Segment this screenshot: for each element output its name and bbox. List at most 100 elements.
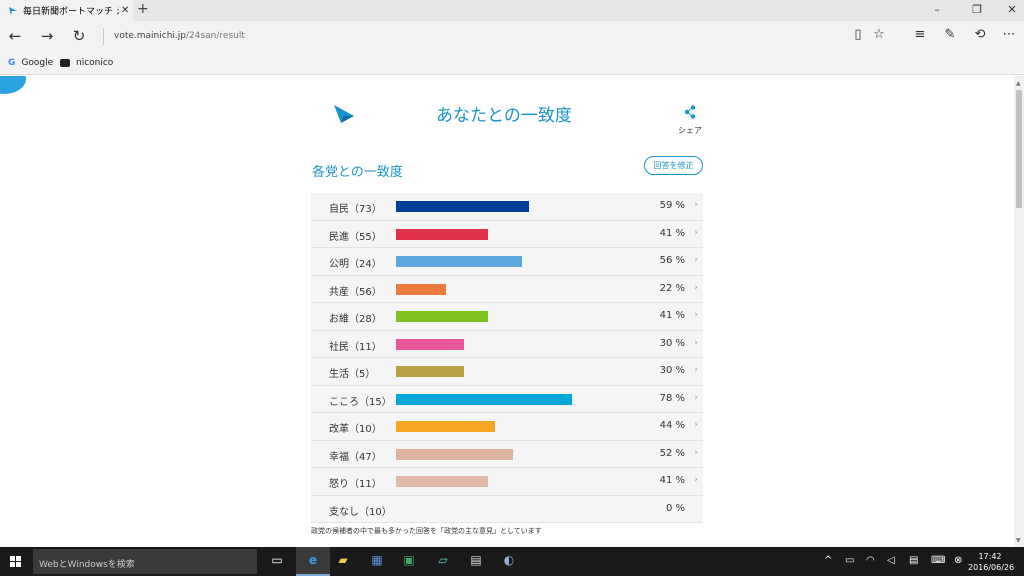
favorites-bar: G Google niconico	[0, 52, 1024, 75]
tray-close-icon[interactable]: ⊗	[954, 555, 962, 566]
edit-answers-button[interactable]: 回答を修正	[644, 156, 703, 175]
refresh-icon[interactable]: ↻	[69, 27, 89, 45]
niconico-icon	[60, 59, 70, 67]
result-row[interactable]: お維（28） 41 % ›	[311, 303, 703, 331]
match-bar	[396, 201, 529, 212]
match-percent: 56 %	[659, 255, 685, 266]
scroll-up-icon[interactable]: ▲	[1016, 80, 1021, 87]
clock-time: 17:42	[978, 552, 1002, 561]
store-app-icon[interactable]: ▣	[400, 553, 418, 569]
share-label: シェア	[678, 126, 702, 135]
match-percent: 59 %	[659, 200, 685, 211]
page-title: あなたとの一致度	[436, 106, 572, 126]
party-name: 生活（5）	[329, 369, 376, 380]
result-row[interactable]: 改革（10） 44 % ›	[311, 413, 703, 441]
favorite-google[interactable]: G Google	[8, 58, 53, 68]
task-view-icon[interactable]: ▭	[268, 553, 286, 569]
taskbar-search-box[interactable]: WebとWindowsを検索	[33, 549, 257, 574]
new-tab-button[interactable]: +	[137, 1, 149, 17]
match-bar	[396, 448, 513, 460]
chevron-right-icon: ›	[694, 392, 698, 403]
mainichi-favicon-icon	[9, 6, 17, 15]
restore-icon[interactable]: ❐	[970, 3, 984, 16]
party-name: お維（28）	[329, 314, 382, 325]
notes-app-icon[interactable]: ▱	[434, 553, 452, 569]
tab-title: 毎日新聞ボートマッチ えら	[23, 7, 119, 17]
result-row[interactable]: 公明（24） 56 % ›	[311, 248, 703, 276]
result-row[interactable]: 幸福（47） 52 % ›	[311, 440, 703, 468]
match-percent: 41 %	[659, 310, 685, 321]
tab-close-icon[interactable]: ✕	[121, 5, 129, 16]
match-percent: 30 %	[659, 365, 685, 376]
forward-icon[interactable]: →	[37, 27, 57, 45]
share-button[interactable]: シェア	[672, 104, 708, 136]
match-bar	[396, 311, 489, 322]
window-close-icon[interactable]: ✕	[1005, 3, 1019, 16]
favorite-niconico[interactable]: niconico	[60, 58, 113, 68]
match-bar	[396, 283, 446, 295]
results-table: 自民（73） 59 % › 民進（55） 41 % › 公明（24） 56 % › 共産（56） 2…	[311, 193, 703, 523]
volume-icon[interactable]: ◁	[887, 555, 895, 566]
url-path: /24san/result	[185, 31, 245, 41]
result-row[interactable]: 社民（11） 30 % ›	[311, 330, 703, 358]
result-row[interactable]: 自民（73） 59 % ›	[311, 193, 703, 221]
result-row[interactable]: 支なし（10） 0 %	[311, 495, 703, 523]
party-name: こころ（15）	[329, 396, 392, 408]
scrollbar-thumb[interactable]	[1016, 90, 1022, 208]
back-icon[interactable]: ←	[5, 27, 25, 45]
windows-start-icon[interactable]	[10, 556, 22, 568]
action-center-icon[interactable]: ▤	[909, 555, 918, 566]
minimize-icon[interactable]: –	[930, 3, 944, 16]
clock[interactable]: 17:42 2016/06/26	[968, 551, 1014, 573]
more-icon[interactable]: ⋯	[1000, 27, 1018, 42]
web-page: あなたとの一致度 シェア 各党との一致度 回答を修正 自民（73） 59 % › 民進…	[0, 76, 1014, 547]
address-separator	[103, 28, 104, 45]
tab-strip: 毎日新聞ボートマッチ えら ✕ + – ❐ ✕	[0, 0, 1024, 21]
chevron-right-icon: ›	[694, 420, 698, 430]
paint-app-icon[interactable]: ◐	[500, 553, 518, 569]
result-row[interactable]: 共産（56） 22 % ›	[311, 275, 703, 303]
party-name: 改革（10）	[329, 424, 382, 435]
chevron-right-icon: ›	[694, 447, 698, 458]
match-bar	[396, 338, 464, 350]
match-percent: 0 %	[665, 502, 685, 514]
chevron-right-icon: ›	[694, 200, 698, 210]
section-heading: 各党との一致度	[312, 165, 403, 180]
hub-icon[interactable]: ≡	[911, 27, 929, 42]
result-row[interactable]: 生活（5） 30 % ›	[311, 358, 703, 386]
share-browser-icon[interactable]: ⟲	[971, 27, 989, 42]
calculator-icon[interactable]: ▤	[467, 553, 485, 569]
result-row[interactable]: 怒り（11） 41 % ›	[311, 468, 703, 496]
match-bar	[396, 393, 572, 405]
match-bar	[396, 228, 489, 240]
reading-view-icon[interactable]: ▯	[849, 27, 867, 42]
wifi-icon[interactable]: ◠	[866, 555, 875, 566]
navigation-bar: ← → ↻ vote.mainichi.jp/24san/result ▯ ☆ …	[0, 21, 1024, 52]
google-icon: G	[8, 58, 16, 68]
match-bar	[396, 366, 464, 377]
favorite-star-icon[interactable]: ☆	[870, 27, 888, 42]
battery-icon[interactable]: ▭	[845, 555, 854, 566]
result-row[interactable]: こころ（15） 78 % ›	[311, 385, 703, 413]
chevron-right-icon: ›	[694, 310, 698, 320]
match-bar	[396, 256, 522, 267]
corner-decoration	[0, 76, 26, 94]
match-percent: 41 %	[659, 475, 685, 486]
tray-overflow-icon[interactable]: ^	[824, 555, 832, 566]
browser-tab[interactable]: 毎日新聞ボートマッチ えら ✕	[0, 0, 133, 21]
search-placeholder: WebとWindowsを検索	[39, 560, 135, 570]
web-note-icon[interactable]: ✎	[941, 27, 959, 42]
address-bar[interactable]: vote.mainichi.jp/24san/result	[114, 31, 245, 41]
result-row[interactable]: 民進（55） 41 % ›	[311, 220, 703, 248]
chevron-right-icon: ›	[694, 365, 698, 375]
match-percent: 30 %	[659, 337, 685, 349]
match-percent: 52 %	[659, 447, 685, 459]
scroll-down-icon[interactable]: ▼	[1016, 537, 1021, 544]
party-name: 怒り（11）	[329, 479, 382, 490]
calendar-app-icon[interactable]: ▦	[368, 553, 386, 569]
party-name: 自民（73）	[329, 204, 382, 215]
keyboard-icon[interactable]: ⌨	[931, 555, 945, 566]
party-name: 共産（56）	[329, 286, 382, 298]
party-name: 社民（11）	[329, 341, 382, 353]
file-explorer-icon[interactable]: ▰	[334, 553, 352, 569]
